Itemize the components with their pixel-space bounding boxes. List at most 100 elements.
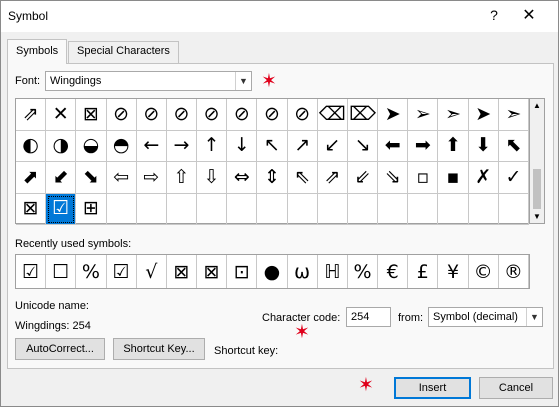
- symbol-cell[interactable]: ⇔: [227, 162, 258, 194]
- from-select[interactable]: Symbol (decimal) ▼: [428, 307, 543, 327]
- recent-symbols-list[interactable]: ☑ ☐% ☑ √ ⊠ ⊠ ⊡ ● ω ℍ% € £ ¥ © ®: [15, 254, 530, 289]
- symbol-cell[interactable]: ⊘: [106, 99, 137, 131]
- symbol-cell[interactable]: ↙: [317, 130, 348, 162]
- recent-symbol-cell[interactable]: ℍ: [318, 255, 348, 288]
- symbol-cell[interactable]: [317, 193, 348, 225]
- recent-symbol-cell[interactable]: ☐: [46, 255, 77, 288]
- symbol-cell[interactable]: ⬇: [468, 130, 499, 162]
- symbol-cell[interactable]: ◐: [16, 130, 47, 162]
- symbol-cell[interactable]: ☑: [46, 193, 77, 225]
- symbol-cell[interactable]: ⌫: [317, 99, 348, 131]
- symbol-cell[interactable]: [136, 193, 167, 225]
- symbol-cell[interactable]: ⊞: [76, 193, 107, 225]
- symbol-cell[interactable]: ⬊: [76, 162, 107, 194]
- symbol-cell[interactable]: ↗: [287, 130, 318, 162]
- symbol-cell[interactable]: ⊘: [257, 99, 288, 131]
- symbol-cell[interactable]: ⇕: [257, 162, 288, 194]
- symbol-cell[interactable]: ✗: [468, 162, 499, 194]
- symbol-cell[interactable]: ▪: [438, 162, 469, 194]
- character-code-input[interactable]: 254: [346, 307, 391, 327]
- recent-symbol-cell[interactable]: ☑: [16, 255, 47, 288]
- recent-symbol-cell[interactable]: €: [378, 255, 409, 288]
- recent-symbol-cell[interactable]: %: [76, 255, 107, 288]
- symbol-cell[interactable]: ⊠: [16, 193, 47, 225]
- symbol-cell[interactable]: ⬈: [16, 162, 47, 194]
- symbol-cell[interactable]: ⇖: [287, 162, 318, 194]
- symbol-cell[interactable]: ➣: [438, 99, 469, 131]
- symbol-cell[interactable]: ◓: [106, 130, 137, 162]
- scroll-thumb[interactable]: [533, 169, 541, 209]
- symbol-cell[interactable]: [408, 193, 439, 225]
- recent-symbol-cell[interactable]: ©: [469, 255, 499, 288]
- symbol-cell[interactable]: ↑: [197, 130, 228, 162]
- symbol-cell[interactable]: ⇗: [16, 99, 47, 131]
- symbol-cell[interactable]: ⇨: [136, 162, 167, 194]
- recent-symbol-cell[interactable]: ●: [257, 255, 288, 288]
- help-icon[interactable]: ?: [487, 7, 501, 23]
- symbol-cell[interactable]: ⬋: [46, 162, 77, 194]
- recent-symbol-cell[interactable]: ω: [288, 255, 318, 288]
- symbol-cell[interactable]: [227, 193, 258, 225]
- recent-symbol-cell[interactable]: ☑: [107, 255, 137, 288]
- symbol-cell[interactable]: [166, 193, 198, 225]
- symbol-cell[interactable]: ⇧: [166, 162, 198, 194]
- symbol-cell[interactable]: [468, 193, 499, 225]
- recent-symbol-cell[interactable]: ⊠: [167, 255, 198, 288]
- symbol-cell[interactable]: →: [166, 130, 198, 162]
- symbol-cell[interactable]: ✕: [46, 99, 77, 131]
- autocorrect-button[interactable]: AutoCorrect...: [15, 338, 105, 360]
- recent-symbol-cell[interactable]: ®: [499, 255, 529, 288]
- symbol-cell[interactable]: ⊘: [287, 99, 318, 131]
- symbol-cell[interactable]: ◒: [76, 130, 107, 162]
- close-icon[interactable]: ✕: [521, 5, 537, 25]
- recent-symbol-cell[interactable]: ¥: [438, 255, 469, 288]
- recent-symbol-cell[interactable]: ⊡: [227, 255, 258, 288]
- recent-symbol-cell[interactable]: √: [137, 255, 167, 288]
- symbol-cell[interactable]: ➡: [408, 130, 439, 162]
- symbol-cell[interactable]: ↓: [227, 130, 258, 162]
- symbol-cell[interactable]: ←: [136, 130, 167, 162]
- symbol-cell[interactable]: ◑: [46, 130, 77, 162]
- font-select[interactable]: Wingdings ▼: [45, 71, 252, 91]
- symbol-cell[interactable]: ▫: [408, 162, 439, 194]
- shortcut-key-button[interactable]: Shortcut Key...: [113, 338, 205, 360]
- insert-button[interactable]: Insert: [394, 377, 471, 399]
- symbol-cell[interactable]: ⬅: [378, 130, 409, 162]
- tab-special-characters[interactable]: Special Characters: [68, 41, 179, 63]
- symbol-cell[interactable]: ⇗: [317, 162, 348, 194]
- symbol-cell[interactable]: ↖: [257, 130, 288, 162]
- symbol-cell[interactable]: [197, 193, 228, 225]
- symbol-cell[interactable]: ⇩: [197, 162, 228, 194]
- symbol-cell[interactable]: [106, 193, 137, 225]
- symbol-cell[interactable]: ⇦: [106, 162, 137, 194]
- tab-symbols[interactable]: Symbols: [7, 39, 68, 64]
- symbol-cell[interactable]: ⊘: [227, 99, 258, 131]
- symbol-cell[interactable]: ⬆: [438, 130, 469, 162]
- grid-scrollbar[interactable]: ▲ ▼: [530, 98, 545, 224]
- symbol-cell[interactable]: [257, 193, 288, 225]
- scroll-up-icon[interactable]: ▲: [533, 101, 541, 110]
- symbol-cell[interactable]: ⇙: [347, 162, 379, 194]
- symbol-cell[interactable]: ⇘: [378, 162, 409, 194]
- recent-symbol-cell[interactable]: %: [348, 255, 379, 288]
- symbol-cell[interactable]: ➤: [468, 99, 499, 131]
- recent-symbol-cell[interactable]: ⊠: [197, 255, 228, 288]
- scroll-down-icon[interactable]: ▼: [533, 212, 541, 221]
- symbol-cell[interactable]: [438, 193, 469, 225]
- symbol-cell[interactable]: [347, 193, 379, 225]
- symbol-grid[interactable]: ⇗ ✕ ⊠ ⊘ ⊘ ⊘ ⊘ ⊘ ⊘ ⊘ ⌫ ⌦ ➤ ➢ ➣ ➤ ➣ ◐ ◑ ◒ ◓ ← → ↑ ↓ ↖ ↗ ↙ ↘ ⬅ ➡ ⬆ ⬇ ⬉ ⬈ ⬋ ⬊ ⇦ ⇨ ⇧…: [15, 98, 530, 225]
- symbol-cell[interactable]: ⊠: [76, 99, 107, 131]
- symbol-cell[interactable]: ↘: [347, 130, 379, 162]
- symbol-cell[interactable]: ⬉: [498, 130, 529, 162]
- symbol-cell[interactable]: ⊘: [197, 99, 228, 131]
- symbol-cell[interactable]: ⊘: [136, 99, 167, 131]
- symbol-cell[interactable]: ➣: [498, 99, 529, 131]
- symbol-cell[interactable]: [287, 193, 318, 225]
- symbol-cell[interactable]: [498, 193, 529, 225]
- symbol-cell[interactable]: [378, 193, 409, 225]
- cancel-button[interactable]: Cancel: [479, 377, 553, 399]
- symbol-cell[interactable]: ➤: [378, 99, 409, 131]
- symbol-cell[interactable]: ⊘: [166, 99, 198, 131]
- recent-symbol-cell[interactable]: £: [408, 255, 439, 288]
- symbol-cell[interactable]: ⌦: [347, 99, 379, 131]
